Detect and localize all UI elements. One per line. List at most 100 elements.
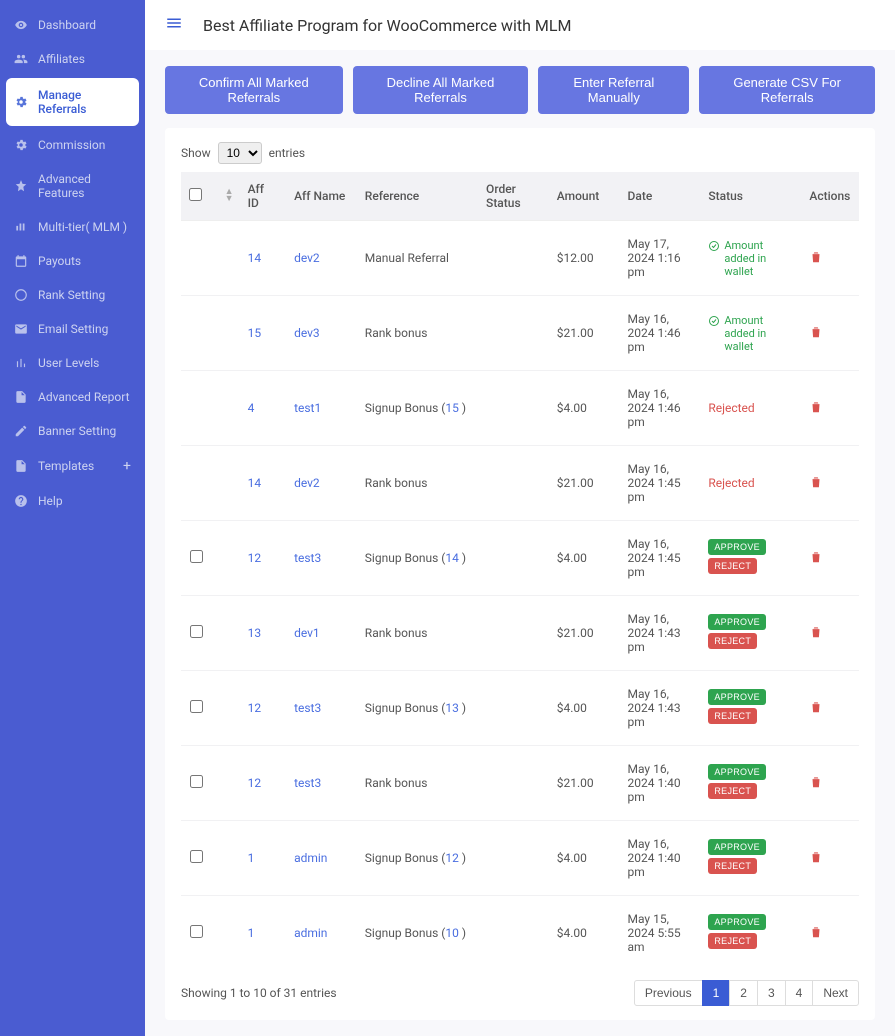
reference-link[interactable]: 13 xyxy=(445,701,459,715)
reject-button[interactable]: REJECT xyxy=(708,858,757,874)
sidebar-item-email-setting[interactable]: Email Setting xyxy=(0,312,145,346)
sidebar-item-manage-referrals[interactable]: Manage Referrals xyxy=(6,78,139,126)
affid-link[interactable]: 12 xyxy=(248,701,262,715)
row-checkbox[interactable] xyxy=(190,550,203,563)
sidebar-item-affiliates[interactable]: Affiliates xyxy=(0,42,145,76)
affname-link[interactable]: dev3 xyxy=(294,326,320,340)
affname-link[interactable]: admin xyxy=(294,926,327,940)
affid-link[interactable]: 12 xyxy=(248,551,262,565)
affid-link[interactable]: 1 xyxy=(248,926,255,940)
reject-button[interactable]: REJECT xyxy=(708,633,757,649)
row-checkbox[interactable] xyxy=(190,925,203,938)
delete-icon[interactable] xyxy=(809,853,823,867)
affid-link[interactable]: 15 xyxy=(248,326,262,340)
delete-icon[interactable] xyxy=(809,328,823,342)
reference-cell: Signup Bonus (14 ) xyxy=(357,521,478,596)
col-status[interactable]: Status xyxy=(700,172,801,221)
sidebar-item-advanced-features[interactable]: Advanced Features xyxy=(0,162,145,210)
approve-button[interactable]: APPROVE xyxy=(708,914,766,930)
approve-button[interactable]: APPROVE xyxy=(708,839,766,855)
delete-icon[interactable] xyxy=(809,778,823,792)
affid-link[interactable]: 13 xyxy=(248,626,262,640)
row-checkbox[interactable] xyxy=(190,625,203,638)
approve-button[interactable]: APPROVE xyxy=(708,539,766,555)
approve-button[interactable]: APPROVE xyxy=(708,614,766,630)
generate-csv-button[interactable]: Generate CSV For Referrals xyxy=(699,66,875,114)
delete-icon[interactable] xyxy=(809,478,823,492)
date-cell: May 15, 2024 5:55 am xyxy=(620,896,701,971)
pagination-page[interactable]: 3 xyxy=(757,980,786,1006)
col-affid[interactable]: Aff ID xyxy=(240,172,286,221)
date-cell: May 16, 2024 1:43 pm xyxy=(620,596,701,671)
affname-link[interactable]: test1 xyxy=(294,401,321,415)
reject-button[interactable]: REJECT xyxy=(708,933,757,949)
delete-icon[interactable] xyxy=(809,253,823,267)
col-sort[interactable]: ▲▼ xyxy=(211,172,239,221)
sidebar-item-multi-tier-mlm-[interactable]: Multi-tier( MLM ) xyxy=(0,210,145,244)
pagination-page[interactable]: 2 xyxy=(729,980,758,1006)
reference-cell: Manual Referral xyxy=(357,221,478,296)
sidebar-item-user-levels[interactable]: User Levels xyxy=(0,346,145,380)
reference-link[interactable]: 12 xyxy=(445,851,459,865)
confirm-all-button[interactable]: Confirm All Marked Referrals xyxy=(165,66,343,114)
decline-all-button[interactable]: Decline All Marked Referrals xyxy=(353,66,529,114)
delete-icon[interactable] xyxy=(809,628,823,642)
sidebar-item-templates[interactable]: Templates+ xyxy=(0,448,145,484)
row-checkbox[interactable] xyxy=(190,850,203,863)
sidebar-item-advanced-report[interactable]: Advanced Report xyxy=(0,380,145,414)
col-orderstatus[interactable]: Order Status xyxy=(478,172,549,221)
select-all-checkbox[interactable] xyxy=(189,188,202,201)
affname-link[interactable]: dev2 xyxy=(294,251,320,265)
pagination-next[interactable]: Next xyxy=(812,980,859,1006)
sidebar-item-commission[interactable]: Commission xyxy=(0,128,145,162)
affid-link[interactable]: 1 xyxy=(248,851,255,865)
enter-manual-button[interactable]: Enter Referral Manually xyxy=(538,66,689,114)
sidebar-item-banner-setting[interactable]: Banner Setting xyxy=(0,414,145,448)
sidebar-item-help[interactable]: Help xyxy=(0,484,145,518)
pagination-prev[interactable]: Previous xyxy=(634,980,703,1006)
sidebar-item-dashboard[interactable]: Dashboard xyxy=(0,8,145,42)
col-reference[interactable]: Reference xyxy=(357,172,478,221)
affid-link[interactable]: 12 xyxy=(248,776,262,790)
reject-button[interactable]: REJECT xyxy=(708,708,757,724)
reference-link[interactable]: 10 xyxy=(445,926,459,940)
sidebar-item-label: Help xyxy=(38,494,63,508)
col-affname[interactable]: Aff Name xyxy=(286,172,357,221)
reject-button[interactable]: REJECT xyxy=(708,558,757,574)
pagination-page[interactable]: 1 xyxy=(702,980,731,1006)
reject-button[interactable]: REJECT xyxy=(708,783,757,799)
approve-button[interactable]: APPROVE xyxy=(708,689,766,705)
col-amount[interactable]: Amount xyxy=(549,172,620,221)
affname-link[interactable]: test3 xyxy=(294,776,321,790)
row-checkbox[interactable] xyxy=(190,775,203,788)
affname-link[interactable]: admin xyxy=(294,851,327,865)
delete-icon[interactable] xyxy=(809,703,823,717)
delete-icon[interactable] xyxy=(809,553,823,567)
menu-toggle-icon[interactable] xyxy=(165,14,183,36)
entries-select[interactable]: 10 xyxy=(218,142,262,164)
expand-icon: + xyxy=(123,458,131,474)
reference-link[interactable]: 15 xyxy=(445,401,459,415)
row-checkbox[interactable] xyxy=(190,700,203,713)
approve-button[interactable]: APPROVE xyxy=(708,764,766,780)
pagination-page[interactable]: 4 xyxy=(785,980,814,1006)
reference-cell: Rank bonus xyxy=(357,746,478,821)
affname-link[interactable]: dev2 xyxy=(294,476,320,490)
sidebar-item-label: Rank Setting xyxy=(38,288,105,302)
sidebar-item-label: Multi-tier( MLM ) xyxy=(38,220,127,234)
sidebar-item-payouts[interactable]: Payouts xyxy=(0,244,145,278)
sort-arrows-icon: ▲▼ xyxy=(225,189,234,203)
affid-link[interactable]: 14 xyxy=(248,251,262,265)
delete-icon[interactable] xyxy=(809,403,823,417)
affname-link[interactable]: dev1 xyxy=(294,626,320,640)
affid-link[interactable]: 14 xyxy=(248,476,262,490)
delete-icon[interactable] xyxy=(809,928,823,942)
col-date[interactable]: Date xyxy=(620,172,701,221)
affname-link[interactable]: test3 xyxy=(294,701,321,715)
affname-link[interactable]: test3 xyxy=(294,551,321,565)
affid-link[interactable]: 4 xyxy=(248,401,255,415)
sidebar-item-rank-setting[interactable]: Rank Setting xyxy=(0,278,145,312)
reference-link[interactable]: 14 xyxy=(445,551,459,565)
sidebar: DashboardAffiliatesManage ReferralsCommi… xyxy=(0,0,145,1036)
col-checkbox xyxy=(181,172,211,221)
